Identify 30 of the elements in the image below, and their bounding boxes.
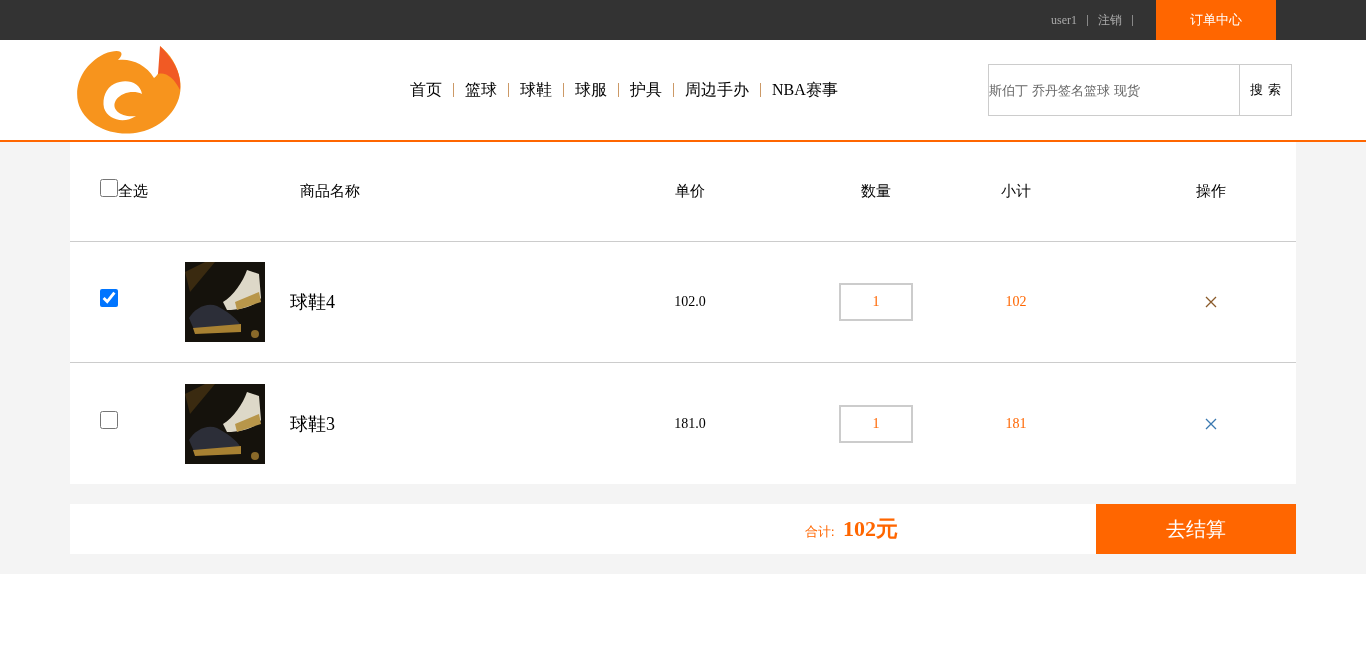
unit-price: 102.0 bbox=[674, 294, 706, 310]
total-amount: 102元 bbox=[843, 515, 898, 543]
nav-link[interactable]: 球鞋 bbox=[520, 79, 552, 101]
nav-link[interactable]: 球服 bbox=[575, 79, 607, 101]
column-header: 商品名称 bbox=[300, 182, 360, 201]
nav-link[interactable]: 护具 bbox=[630, 79, 662, 101]
column-header: 单价 bbox=[675, 182, 705, 201]
nav-link[interactable]: 首页 bbox=[410, 79, 442, 101]
username-link[interactable]: user1 bbox=[1051, 12, 1077, 28]
select-all-checkbox[interactable] bbox=[100, 178, 118, 197]
close-icon[interactable] bbox=[1205, 296, 1217, 308]
subtotal: 181 bbox=[1005, 415, 1027, 432]
nav-link[interactable]: 周边手办 bbox=[685, 79, 749, 101]
product-name: 球鞋4 bbox=[290, 291, 335, 314]
column-header: 数量 bbox=[861, 182, 891, 201]
nav-link[interactable]: 篮球 bbox=[465, 79, 497, 101]
logout-link[interactable]: 注销 bbox=[1098, 11, 1122, 29]
row-checkbox[interactable] bbox=[100, 289, 118, 307]
unit-price: 181.0 bbox=[674, 415, 706, 432]
nav-link[interactable]: NBA赛事 bbox=[772, 79, 838, 101]
product-name: 球鞋3 bbox=[290, 412, 335, 436]
search-field[interactable]: 斯伯丁 乔丹签名篮球 现货 bbox=[988, 64, 1240, 116]
subtotal: 102 bbox=[1005, 294, 1027, 310]
close-icon[interactable] bbox=[1205, 417, 1217, 430]
column-header: 小计 bbox=[1001, 182, 1031, 201]
total-label: 合计: bbox=[804, 523, 835, 541]
row-checkbox[interactable] bbox=[100, 410, 118, 429]
column-header: 操作 bbox=[1196, 182, 1226, 201]
select-all-label: 全选 bbox=[118, 182, 148, 201]
search-button[interactable]: 搜 索 bbox=[1240, 64, 1292, 116]
